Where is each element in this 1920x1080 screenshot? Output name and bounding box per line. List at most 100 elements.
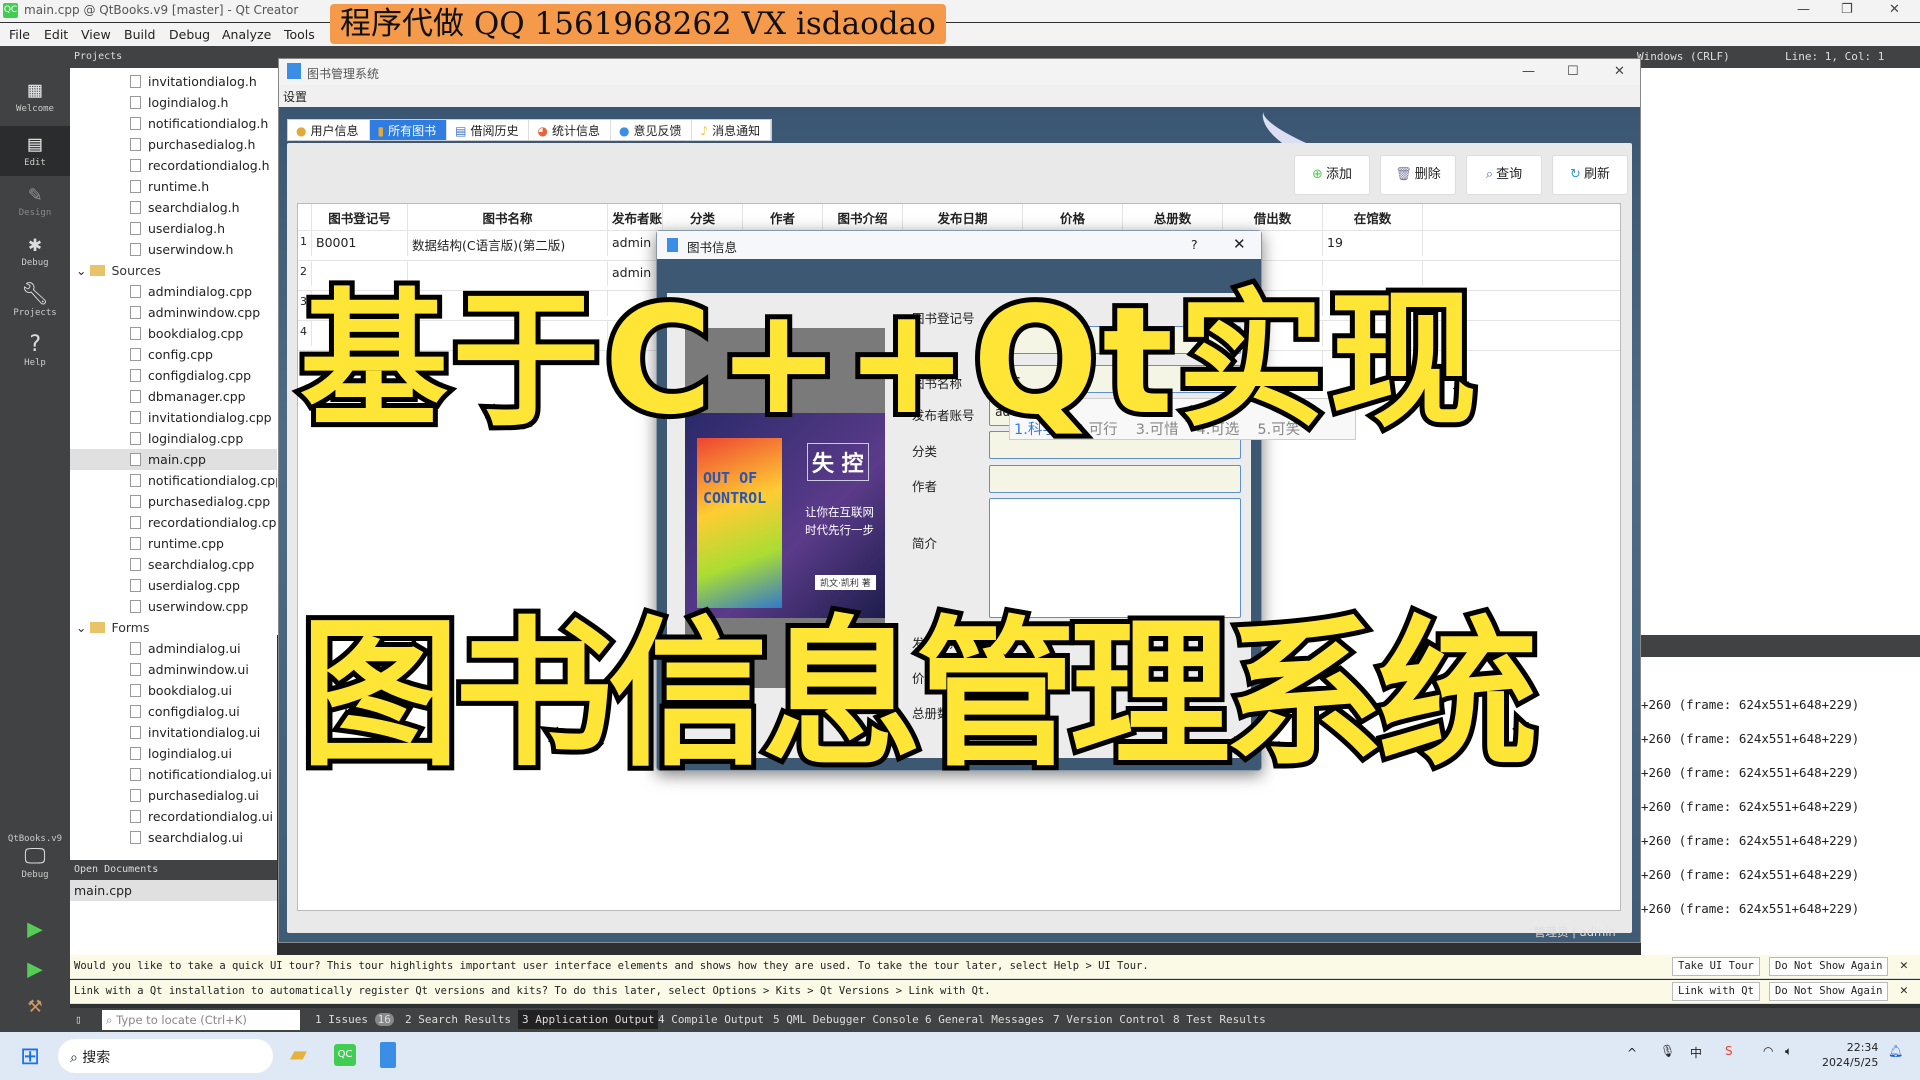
- tree-file[interactable]: purchasedialog.cpp: [70, 491, 270, 512]
- tree-file[interactable]: adminwindow.ui: [70, 659, 249, 680]
- file-explorer-icon[interactable]: ▰: [290, 1042, 307, 1067]
- mode-edit[interactable]: ▤ Edit: [0, 126, 70, 176]
- tree-folder[interactable]: ⌄ Forms: [70, 617, 150, 638]
- library-app-taskbar-icon[interactable]: [380, 1042, 396, 1068]
- take-ui-tour-button[interactable]: Take UI Tour: [1672, 957, 1760, 976]
- menu-analyze[interactable]: Analyze: [222, 27, 271, 42]
- column-header[interactable]: 价格: [1023, 204, 1123, 230]
- tree-file[interactable]: recordationdialog.ui: [70, 806, 273, 827]
- qt-creator-taskbar-icon[interactable]: QC: [334, 1044, 356, 1066]
- column-header[interactable]: 在馆数: [1323, 204, 1423, 230]
- tree-file[interactable]: runtime.cpp: [70, 533, 224, 554]
- do-not-show-again-button[interactable]: Do Not Show Again: [1769, 982, 1889, 1001]
- maximize-button[interactable]: ❐: [1841, 2, 1853, 17]
- pane-general-messages[interactable]: 6 General Messages: [925, 1013, 1044, 1026]
- tree-file[interactable]: userdialog.cpp: [70, 575, 240, 596]
- run-button[interactable]: ▶: [0, 914, 70, 944]
- tree-file[interactable]: main.cpp: [70, 449, 277, 470]
- pane-test-results[interactable]: 8 Test Results: [1173, 1013, 1266, 1026]
- mode-help[interactable]: ? Help: [0, 332, 70, 368]
- line-ending-selector[interactable]: Windows (CRLF): [1637, 50, 1730, 63]
- tree-file[interactable]: recordationdialog.h: [70, 155, 270, 176]
- refresh-button[interactable]: ↻ 刷新: [1552, 155, 1628, 195]
- sogou-icon[interactable]: S: [1725, 1044, 1733, 1058]
- clock[interactable]: 22:34 2024/5/25: [1822, 1040, 1878, 1070]
- close-infobar-icon[interactable]: ✕: [1900, 958, 1908, 973]
- tree-file[interactable]: invitationdialog.h: [70, 71, 257, 92]
- add-button[interactable]: ⊕ 添加: [1294, 155, 1370, 195]
- tab-borrow-history[interactable]: ▤ 借阅历史: [447, 120, 530, 140]
- tree-file[interactable]: recordationdialog.cpp: [70, 512, 277, 533]
- tree-file[interactable]: runtime.h: [70, 176, 209, 197]
- menu-view[interactable]: View: [81, 27, 111, 42]
- taskbar-search[interactable]: ⌕ 搜索: [58, 1039, 273, 1073]
- tree-file[interactable]: userdialog.h: [70, 218, 225, 239]
- tab-notifications[interactable]: ♪ 消息通知: [692, 120, 772, 140]
- query-button[interactable]: ⌕ 查询: [1466, 155, 1542, 195]
- tree-file[interactable]: logindialog.ui: [70, 743, 232, 764]
- menu-tools[interactable]: Tools: [284, 27, 315, 42]
- tree-file[interactable]: logindialog.cpp: [70, 428, 243, 449]
- notification-bell-icon[interactable]: 🔔︎: [1888, 1044, 1903, 1058]
- tab-feedback[interactable]: ● 意见反馈: [611, 120, 693, 140]
- pane-version-control[interactable]: 7 Version Control: [1053, 1013, 1166, 1026]
- tab-statistics[interactable]: ◕ 统计信息: [529, 120, 611, 140]
- tree-file[interactable]: admindialog.ui: [70, 638, 241, 659]
- tab-user-info[interactable]: ● 用户信息: [288, 120, 370, 140]
- toggle-sidebar-icon[interactable]: ▯: [75, 1013, 82, 1026]
- locate-input[interactable]: ⌕ Type to locate (Ctrl+K): [102, 1010, 300, 1030]
- column-header[interactable]: 作者: [743, 204, 823, 230]
- tree-file[interactable]: configdialog.cpp: [70, 365, 251, 386]
- volume-icon[interactable]: 🔈︎: [1785, 1044, 1792, 1059]
- kit-selector[interactable]: QtBooks.v9 🖵︎ Debug: [0, 834, 70, 880]
- menu-edit[interactable]: Edit: [44, 27, 68, 42]
- column-header[interactable]: 发布者账号: [608, 204, 663, 230]
- tree-file[interactable]: logindialog.h: [70, 92, 228, 113]
- settings-menu[interactable]: 设置: [283, 88, 307, 105]
- ime-indicator[interactable]: 中: [1690, 1044, 1702, 1061]
- mode-welcome[interactable]: ▦ Welcome: [0, 78, 70, 114]
- column-header[interactable]: 分类: [663, 204, 743, 230]
- column-header[interactable]: 图书登记号: [312, 204, 408, 230]
- tree-file[interactable]: configdialog.ui: [70, 701, 240, 722]
- link-with-qt-button[interactable]: Link with Qt: [1672, 982, 1760, 1001]
- tree-file[interactable]: searchdialog.cpp: [70, 554, 254, 575]
- minimize-button[interactable]: —: [1797, 2, 1810, 17]
- build-button[interactable]: ⚒: [0, 990, 70, 1018]
- tree-file[interactable]: invitationdialog.ui: [70, 722, 260, 743]
- pane-application-output[interactable]: 3 Application Output: [518, 1010, 659, 1029]
- column-header[interactable]: 总册数: [1123, 204, 1223, 230]
- tree-file[interactable]: bookdialog.cpp: [70, 323, 243, 344]
- debug-run-button[interactable]: ▶: [0, 954, 70, 984]
- mode-debug[interactable]: ✱ Debug: [0, 232, 70, 268]
- do-not-show-again-button[interactable]: Do Not Show Again: [1769, 957, 1889, 976]
- tree-file[interactable]: userwindow.h: [70, 239, 233, 260]
- wifi-icon[interactable]: ◠: [1763, 1044, 1773, 1058]
- open-doc-item[interactable]: main.cpp: [70, 880, 277, 901]
- close-infobar-icon[interactable]: ✕: [1900, 983, 1908, 998]
- tree-file[interactable]: searchdialog.h: [70, 197, 240, 218]
- delete-button[interactable]: 🗑︎ 删除: [1380, 155, 1456, 195]
- tree-file[interactable]: config.cpp: [70, 344, 213, 365]
- project-tree[interactable]: Projects invitationdialog.h logindialog.h…: [70, 46, 277, 860]
- author-field[interactable]: [989, 465, 1241, 493]
- column-header[interactable]: 发布日期: [903, 204, 1023, 230]
- column-header[interactable]: 借出数: [1223, 204, 1323, 230]
- microphone-icon[interactable]: 🎙︎: [1660, 1044, 1675, 1058]
- app-close-button[interactable]: ✕: [1614, 64, 1625, 79]
- pane-issues[interactable]: 1 Issues 16: [315, 1013, 394, 1026]
- start-windows-icon[interactable]: ⊞: [20, 1042, 40, 1070]
- tree-file[interactable]: dbmanager.cpp: [70, 386, 246, 407]
- tree-file[interactable]: purchasedialog.h: [70, 134, 255, 155]
- mode-projects[interactable]: 🔧︎ Projects: [0, 282, 70, 318]
- tree-file[interactable]: adminwindow.cpp: [70, 302, 260, 323]
- column-header[interactable]: 图书名称: [408, 204, 608, 230]
- app-minimize-button[interactable]: —: [1522, 64, 1535, 79]
- menu-file[interactable]: File: [9, 27, 30, 42]
- tree-file[interactable]: userwindow.cpp: [70, 596, 248, 617]
- tree-file[interactable]: notificationdialog.ui: [70, 764, 272, 785]
- tree-folder[interactable]: ⌄ Sources: [70, 260, 161, 281]
- mode-design[interactable]: ✎ Design: [0, 182, 70, 218]
- app-maximize-button[interactable]: ☐: [1567, 64, 1579, 79]
- close-button[interactable]: ✕: [1889, 2, 1900, 17]
